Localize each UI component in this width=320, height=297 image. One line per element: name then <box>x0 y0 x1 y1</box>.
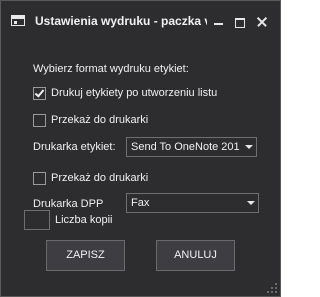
pass-to-printer-label-1[interactable]: Przekaż do drukarki <box>51 114 148 126</box>
pass-to-printer-checkbox-2[interactable] <box>33 172 46 185</box>
pass-to-printer-checkbox-1[interactable] <box>33 114 46 127</box>
check-icon <box>34 87 45 98</box>
dpp-printer-value: Fax <box>131 197 150 209</box>
minimize-icon[interactable] <box>212 13 226 27</box>
save-button[interactable]: ZAPISZ <box>46 240 125 271</box>
maximize-icon[interactable] <box>233 13 247 28</box>
dpp-printer-select[interactable]: Fax <box>126 193 259 213</box>
label-printer-value: Send To OneNote 201 <box>131 141 240 153</box>
chevron-down-icon <box>245 145 253 149</box>
window-title: Ustawienia wydruku - paczka v <box>35 14 207 28</box>
print-after-create-checkbox[interactable] <box>33 87 46 100</box>
pass-to-printer-label-2[interactable]: Przekaż do drukarki <box>51 172 148 184</box>
dpp-printer-label: Drukarka DPP <box>33 198 104 210</box>
dpp-printer-dropdown-button[interactable] <box>244 194 258 212</box>
print-after-create-label[interactable]: Drukuj etykiety po utworzeniu listu <box>51 87 217 99</box>
chevron-down-icon <box>247 201 255 205</box>
cancel-button[interactable]: ANULUJ <box>156 240 235 271</box>
close-icon[interactable] <box>255 13 269 27</box>
copies-input[interactable] <box>24 210 50 230</box>
format-heading: Wybierz format wydruku etykiet: <box>33 63 189 75</box>
label-printer-dropdown-button[interactable] <box>242 138 256 156</box>
copies-label: Liczba kopii <box>55 214 113 226</box>
label-printer-label: Drukarka etykiet: <box>33 141 116 153</box>
label-printer-select[interactable]: Send To OneNote 201 <box>126 137 257 157</box>
print-settings-window: Ustawienia wydruku - paczka v Wybierz fo… <box>0 0 281 297</box>
title-bar[interactable]: Ustawienia wydruku - paczka v <box>1 1 280 35</box>
window-icon <box>11 15 25 26</box>
resize-grip[interactable] <box>267 283 277 293</box>
